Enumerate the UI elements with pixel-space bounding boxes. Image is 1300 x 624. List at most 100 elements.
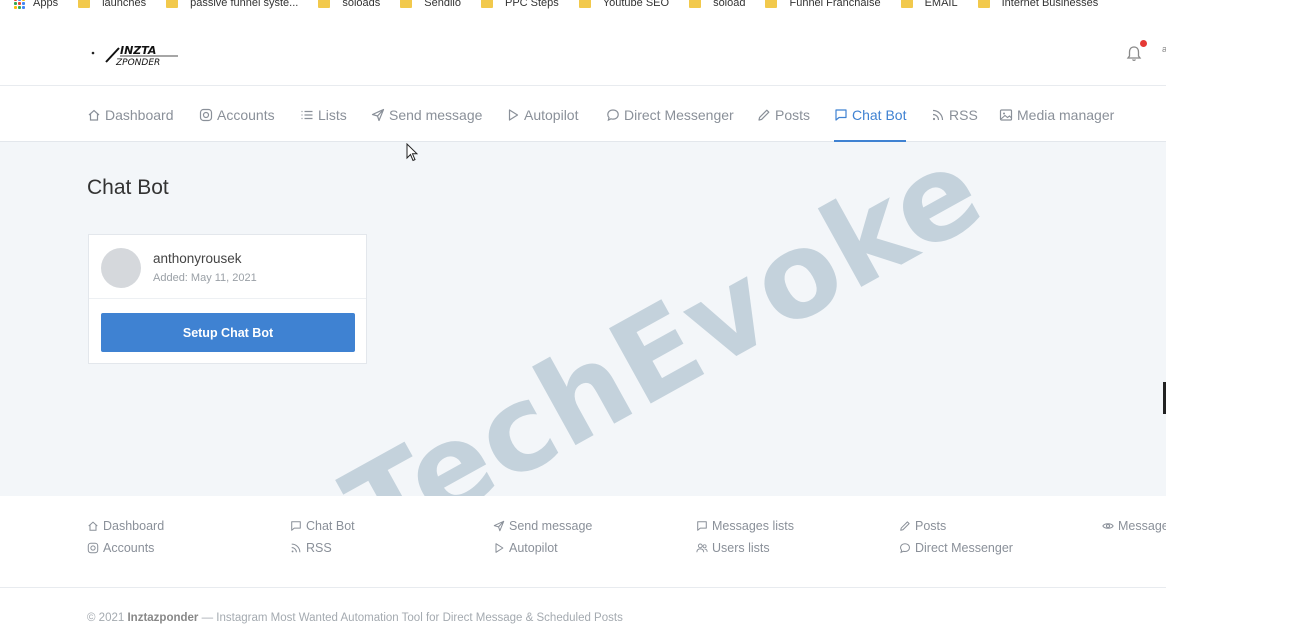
bookmark-label: Funnel Franchaise: [789, 0, 881, 9]
nav-send-message[interactable]: Send message: [371, 87, 482, 142]
footer-link-label: Messages lists: [712, 519, 794, 533]
logo-icon: INZTA ZPONDER: [91, 44, 178, 68]
bookmarks-bar: Apps launches passive funnel syste... so…: [0, 0, 1166, 12]
bookmark-item[interactable]: EMAIL: [900, 0, 958, 9]
footer-link-rss[interactable]: RSS: [290, 541, 332, 555]
chat-bubble-icon: [900, 543, 910, 554]
bookmark-item[interactable]: passive funnel syste...: [166, 0, 298, 9]
nav-label: RSS: [949, 106, 978, 123]
page-title: Chat Bot: [87, 176, 169, 199]
footer-link-label: Chat Bot: [306, 519, 355, 533]
nav-accounts[interactable]: Accounts: [199, 87, 275, 142]
nav-posts[interactable]: Posts: [757, 87, 810, 142]
account-added-date: Added: May 11, 2021: [153, 272, 257, 284]
nav-autopilot[interactable]: Autopilot: [506, 87, 578, 142]
nav-label: Posts: [775, 106, 811, 123]
bookmark-item[interactable]: PPC Steps: [480, 0, 559, 9]
nav-label: Accounts: [217, 106, 275, 123]
account-card-header: anthonyrousek Added: May 11, 2021: [89, 235, 366, 299]
nav-dashboard[interactable]: Dashboard: [87, 87, 174, 142]
list-icon: [301, 110, 313, 119]
copyright-text: — Instagram Most Wanted Automation Tool …: [201, 612, 623, 624]
folder-icon: [400, 0, 413, 8]
folder-icon: [166, 0, 179, 8]
footer-link-label: Posts: [915, 519, 947, 533]
bookmark-item[interactable]: Sendilo: [400, 0, 461, 9]
nav-media-manager[interactable]: Media manager: [999, 87, 1114, 142]
footer-link-autopilot[interactable]: Autopilot: [493, 541, 558, 555]
nav-chat-bot[interactable]: Chat Bot: [834, 87, 907, 142]
home-icon: [88, 521, 98, 531]
message-square-icon: [835, 108, 847, 121]
copyright: © 2021 Inztazponder — Instagram Most Wan…: [87, 612, 623, 624]
app-header: INZTA ZPONDER a: [0, 20, 1166, 86]
message-square-icon: [291, 521, 301, 531]
bookmark-label: passive funnel syste...: [190, 0, 299, 9]
nav-direct-messenger[interactable]: Direct Messenger: [606, 87, 734, 142]
folder-icon: [765, 0, 778, 8]
copyright-brand[interactable]: Inztazponder: [127, 612, 198, 624]
bookmark-label: PPC Steps: [504, 0, 559, 9]
bookmark-apps[interactable]: Apps: [14, 0, 58, 9]
folder-icon: [977, 0, 990, 8]
instagram-icon: [199, 108, 213, 121]
nav-rss[interactable]: RSS: [931, 87, 978, 142]
image-icon: [999, 108, 1013, 121]
footer-link-accounts[interactable]: Accounts: [87, 541, 154, 555]
chat-bubble-icon: [607, 108, 619, 121]
footer-link-label: Autopilot: [509, 541, 558, 555]
bookmark-label: Sendilo: [424, 0, 461, 9]
bookmark-label: soload: [713, 0, 746, 9]
account-username: anthonyrousek: [153, 251, 242, 266]
main-content: Chat Bot anthonyrousek Added: May 11, 20…: [0, 119, 1166, 580]
nav-label: Chat Bot: [852, 106, 907, 123]
mouse-cursor-icon: [406, 143, 418, 162]
nav-label: Direct Messenger: [624, 106, 734, 123]
account-card: anthonyrousek Added: May 11, 2021 Setup …: [88, 234, 367, 364]
footer-link-users-lists[interactable]: Users lists: [696, 541, 770, 555]
send-icon: [493, 520, 505, 532]
footer-link-direct-messenger[interactable]: Direct Messenger: [899, 541, 1013, 555]
logo[interactable]: INZTA ZPONDER: [90, 38, 182, 70]
send-icon: [371, 108, 385, 121]
footer-link-dashboard[interactable]: Dashboard: [87, 519, 164, 533]
bookmark-item[interactable]: soload: [689, 0, 745, 9]
footer-link-posts[interactable]: Posts: [899, 519, 946, 533]
bookmark-label: EMAIL: [924, 0, 958, 9]
bookmark-item[interactable]: Funnel Franchaise: [765, 0, 881, 9]
footer-link-messages-lists[interactable]: Messages lists: [696, 519, 794, 533]
footer-link-label: RSS: [306, 541, 332, 555]
bookmark-item[interactable]: Internet Businesses: [977, 0, 1099, 9]
blank-margin: [1166, 0, 1300, 624]
footer-link-chat-bot[interactable]: Chat Bot: [290, 519, 355, 533]
logo-text-bottom: ZPONDER: [115, 58, 160, 68]
play-icon: [508, 108, 519, 121]
nav-label: Send message: [389, 106, 483, 123]
footer-link-label: Dashboard: [103, 519, 165, 533]
bookmark-label: Internet Businesses: [1001, 0, 1099, 9]
rss-icon: [932, 109, 944, 120]
setup-chat-bot-button[interactable]: Setup Chat Bot: [101, 313, 355, 352]
bookmark-label: Youtube SEO: [602, 0, 670, 9]
footer-link-message[interactable]: Message: [1102, 519, 1166, 533]
footer-link-label: Direct Messenger: [915, 541, 1013, 555]
bookmark-item[interactable]: soloads: [318, 0, 380, 9]
bookmark-item[interactable]: Youtube SEO: [578, 0, 670, 9]
folder-icon: [689, 0, 702, 8]
main-nav: Dashboard Accounts Lists Send message Au…: [0, 87, 1166, 142]
rss-icon: [291, 543, 301, 553]
bell-icon[interactable]: [1124, 44, 1144, 64]
eye-icon: [1102, 523, 1114, 529]
copyright-prefix: © 2021: [87, 612, 125, 624]
users-icon: [696, 543, 708, 553]
apps-grid-icon: [14, 0, 25, 9]
bookmark-label: launches: [102, 0, 147, 9]
nav-label: Dashboard: [105, 106, 174, 123]
nav-lists[interactable]: Lists: [300, 87, 347, 142]
folder-icon: [900, 0, 913, 8]
footer-link-label: Message: [1118, 519, 1166, 533]
home-icon: [88, 109, 100, 121]
bookmark-item[interactable]: launches: [78, 0, 146, 9]
footer-link-label: Send message: [509, 519, 593, 533]
footer-link-send-message[interactable]: Send message: [493, 519, 592, 533]
